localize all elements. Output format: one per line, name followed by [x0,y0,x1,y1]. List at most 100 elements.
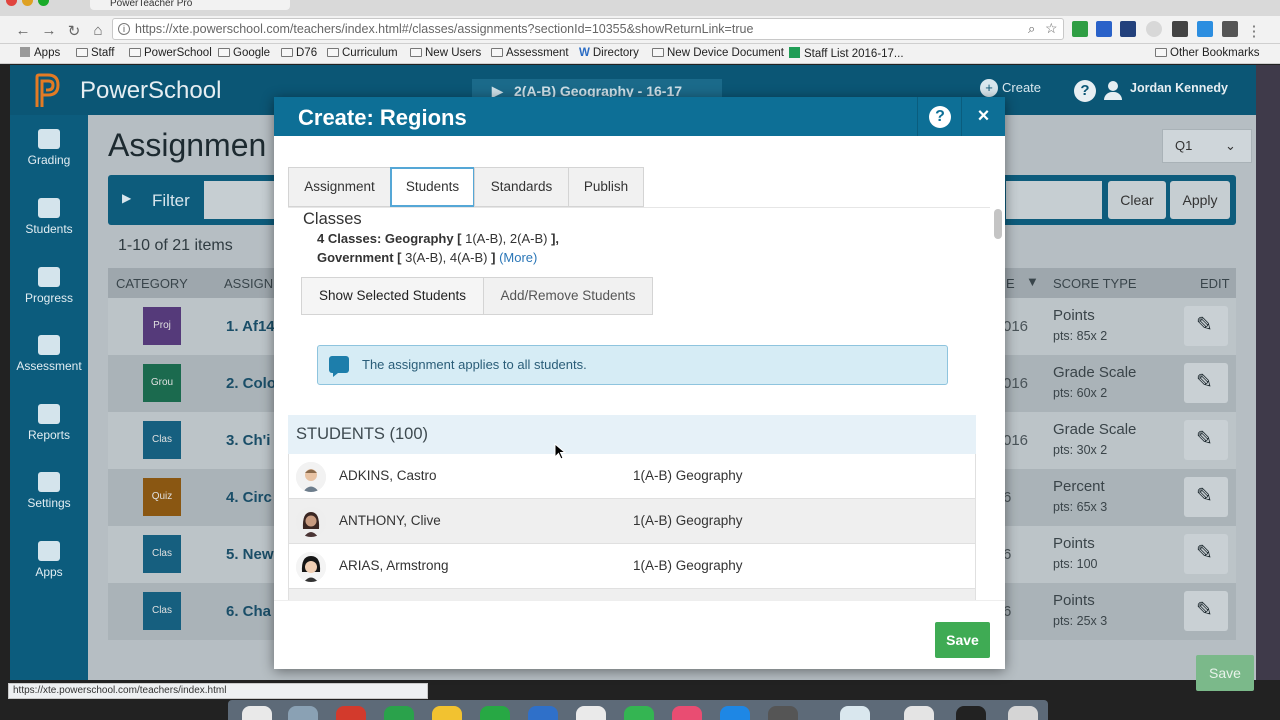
column-category[interactable]: CATEGORY [116,276,188,291]
tab-assignment[interactable]: Assignment [288,167,391,207]
edit-pencil-icon[interactable] [1184,420,1228,460]
student-row[interactable]: ANTHONY, Clive 1(A-B) Geography [288,499,976,544]
app-icon[interactable] [480,706,510,720]
assignment-title[interactable]: 6. Cha [226,603,271,620]
filter-input[interactable] [1006,181,1102,219]
save-button[interactable]: Save [1196,655,1254,691]
forward-icon[interactable]: → [40,22,58,39]
sidebar-item-progress[interactable]: Progress [10,267,88,305]
maximize-window-icon[interactable] [38,0,49,6]
user-avatar-icon[interactable] [1104,81,1122,101]
bookmark-star-icon[interactable]: ☆ [1045,20,1058,37]
address-bar[interactable]: i https://xte.powerschool.com/teachers/i… [112,18,1064,40]
app-icon[interactable] [768,706,798,720]
term-selector[interactable]: Q1 ⌄ [1162,129,1252,163]
clear-button[interactable]: Clear [1108,181,1166,219]
extension-icon[interactable] [1072,21,1088,37]
assignment-title[interactable]: 1. Af14 [226,318,275,335]
dialog-save-button[interactable]: Save [935,622,990,658]
avatar [296,462,326,492]
edit-pencil-icon[interactable] [1184,306,1228,346]
bookmark-curriculum[interactable]: Curriculum [327,47,398,59]
tab-standards[interactable]: Standards [474,167,569,207]
edit-pencil-icon[interactable] [1184,477,1228,517]
tab-students[interactable]: Students [390,167,475,207]
browser-tab[interactable]: PowerTeacher Pro [90,0,290,10]
extension-icon[interactable] [1172,21,1188,37]
app-store-icon[interactable] [720,706,750,720]
apply-button[interactable]: Apply [1170,181,1230,219]
student-row[interactable]: ADKINS, Castro 1(A-B) Geography [288,454,976,499]
extension-icon[interactable] [1096,21,1112,37]
bookmark-d76[interactable]: D76 [281,47,317,59]
home-icon[interactable]: ⌂ [89,22,107,39]
bookmark-directory[interactable]: W Directory [579,47,639,59]
student-row[interactable]: ARIAS, Armstrong 1(A-B) Geography [288,544,976,589]
assignment-title[interactable]: 3. Ch'i [226,432,270,449]
back-icon[interactable]: ← [14,22,32,39]
help-icon[interactable]: ? [1074,80,1096,102]
show-selected-students-button[interactable]: Show Selected Students [301,277,484,315]
app-icon[interactable] [384,706,414,720]
bookmark-other[interactable]: Other Bookmarks [1155,47,1259,59]
menu-icon[interactable]: ⋮ [1245,22,1263,40]
bookmark-apps[interactable]: Apps [20,47,60,59]
extension-icon[interactable] [1120,21,1136,37]
edit-pencil-icon[interactable] [1184,534,1228,574]
bookmark-staff[interactable]: Staff [76,47,114,59]
app-icon[interactable] [432,706,462,720]
chrome-icon[interactable] [336,706,366,720]
bookmark-powerschool[interactable]: PowerSchool [129,47,212,59]
bookmark-google[interactable]: Google [218,47,270,59]
student-row[interactable] [288,589,976,600]
reload-icon[interactable]: ↻ [65,22,83,40]
user-name[interactable]: Jordan Kennedy [1130,81,1228,95]
finder-icon[interactable] [242,706,272,720]
messages-icon[interactable] [624,706,654,720]
sidebar-item-settings[interactable]: Settings [10,472,88,510]
minimize-window-icon[interactable] [22,0,33,6]
tab-publish[interactable]: Publish [568,167,644,207]
assignment-title[interactable]: 4. Circ [226,489,272,506]
filter-label[interactable]: Filter [152,191,190,211]
bookmark-assessment[interactable]: Assessment [491,47,569,59]
dialog-help-button[interactable]: ? [917,97,961,136]
sidebar-item-reports[interactable]: Reports [10,404,88,442]
close-icon[interactable]: × [961,97,1005,136]
sort-down-icon[interactable]: ▼ [1026,274,1039,289]
more-link[interactable]: (More) [499,250,537,265]
calendar-icon[interactable] [576,706,606,720]
site-info-icon[interactable]: i [118,23,130,35]
dialog-scroll-area[interactable]: Classes 4 Classes: Geography [ 1(A-B), 2… [288,207,990,600]
column-score-type[interactable]: SCORE TYPE [1053,276,1137,291]
scrollbar[interactable] [994,209,1002,239]
edit-pencil-icon[interactable] [1184,363,1228,403]
assignment-title[interactable]: 5. New [226,546,274,563]
sidebar-item-apps[interactable]: Apps [10,541,88,579]
sidebar-item-grading[interactable]: Grading [10,129,88,167]
column-due[interactable]: E [1006,276,1015,291]
extension-icon[interactable] [1197,21,1213,37]
assignment-title[interactable]: 2. Colo [226,375,276,392]
zoom-icon[interactable]: ⌕ [1028,21,1035,37]
extension-icon[interactable] [1146,21,1162,37]
app-icon[interactable] [956,706,986,720]
trash-icon[interactable] [1008,706,1038,720]
extension-icon[interactable] [1222,21,1238,37]
sidebar-item-assessment[interactable]: Assessment [10,335,88,373]
create-button[interactable]: + Create [980,79,1041,97]
bookmark-new-users[interactable]: New Users [410,47,481,59]
app-icon[interactable] [528,706,558,720]
music-icon[interactable] [672,706,702,720]
launchpad-icon[interactable] [288,706,318,720]
column-assignment[interactable]: ASSIGN [224,276,273,291]
bookmark-new-device-document[interactable]: New Device Document [652,47,784,59]
bookmark-staff-list[interactable]: Staff List 2016-17... [789,47,904,60]
close-window-icon[interactable] [6,0,17,6]
add-remove-students-button[interactable]: Add/Remove Students [483,277,653,315]
app-icon[interactable] [904,706,934,720]
app-icon[interactable] [840,706,870,720]
edit-pencil-icon[interactable] [1184,591,1228,631]
sidebar-item-students[interactable]: Students [10,198,88,236]
sheets-icon [789,47,800,58]
